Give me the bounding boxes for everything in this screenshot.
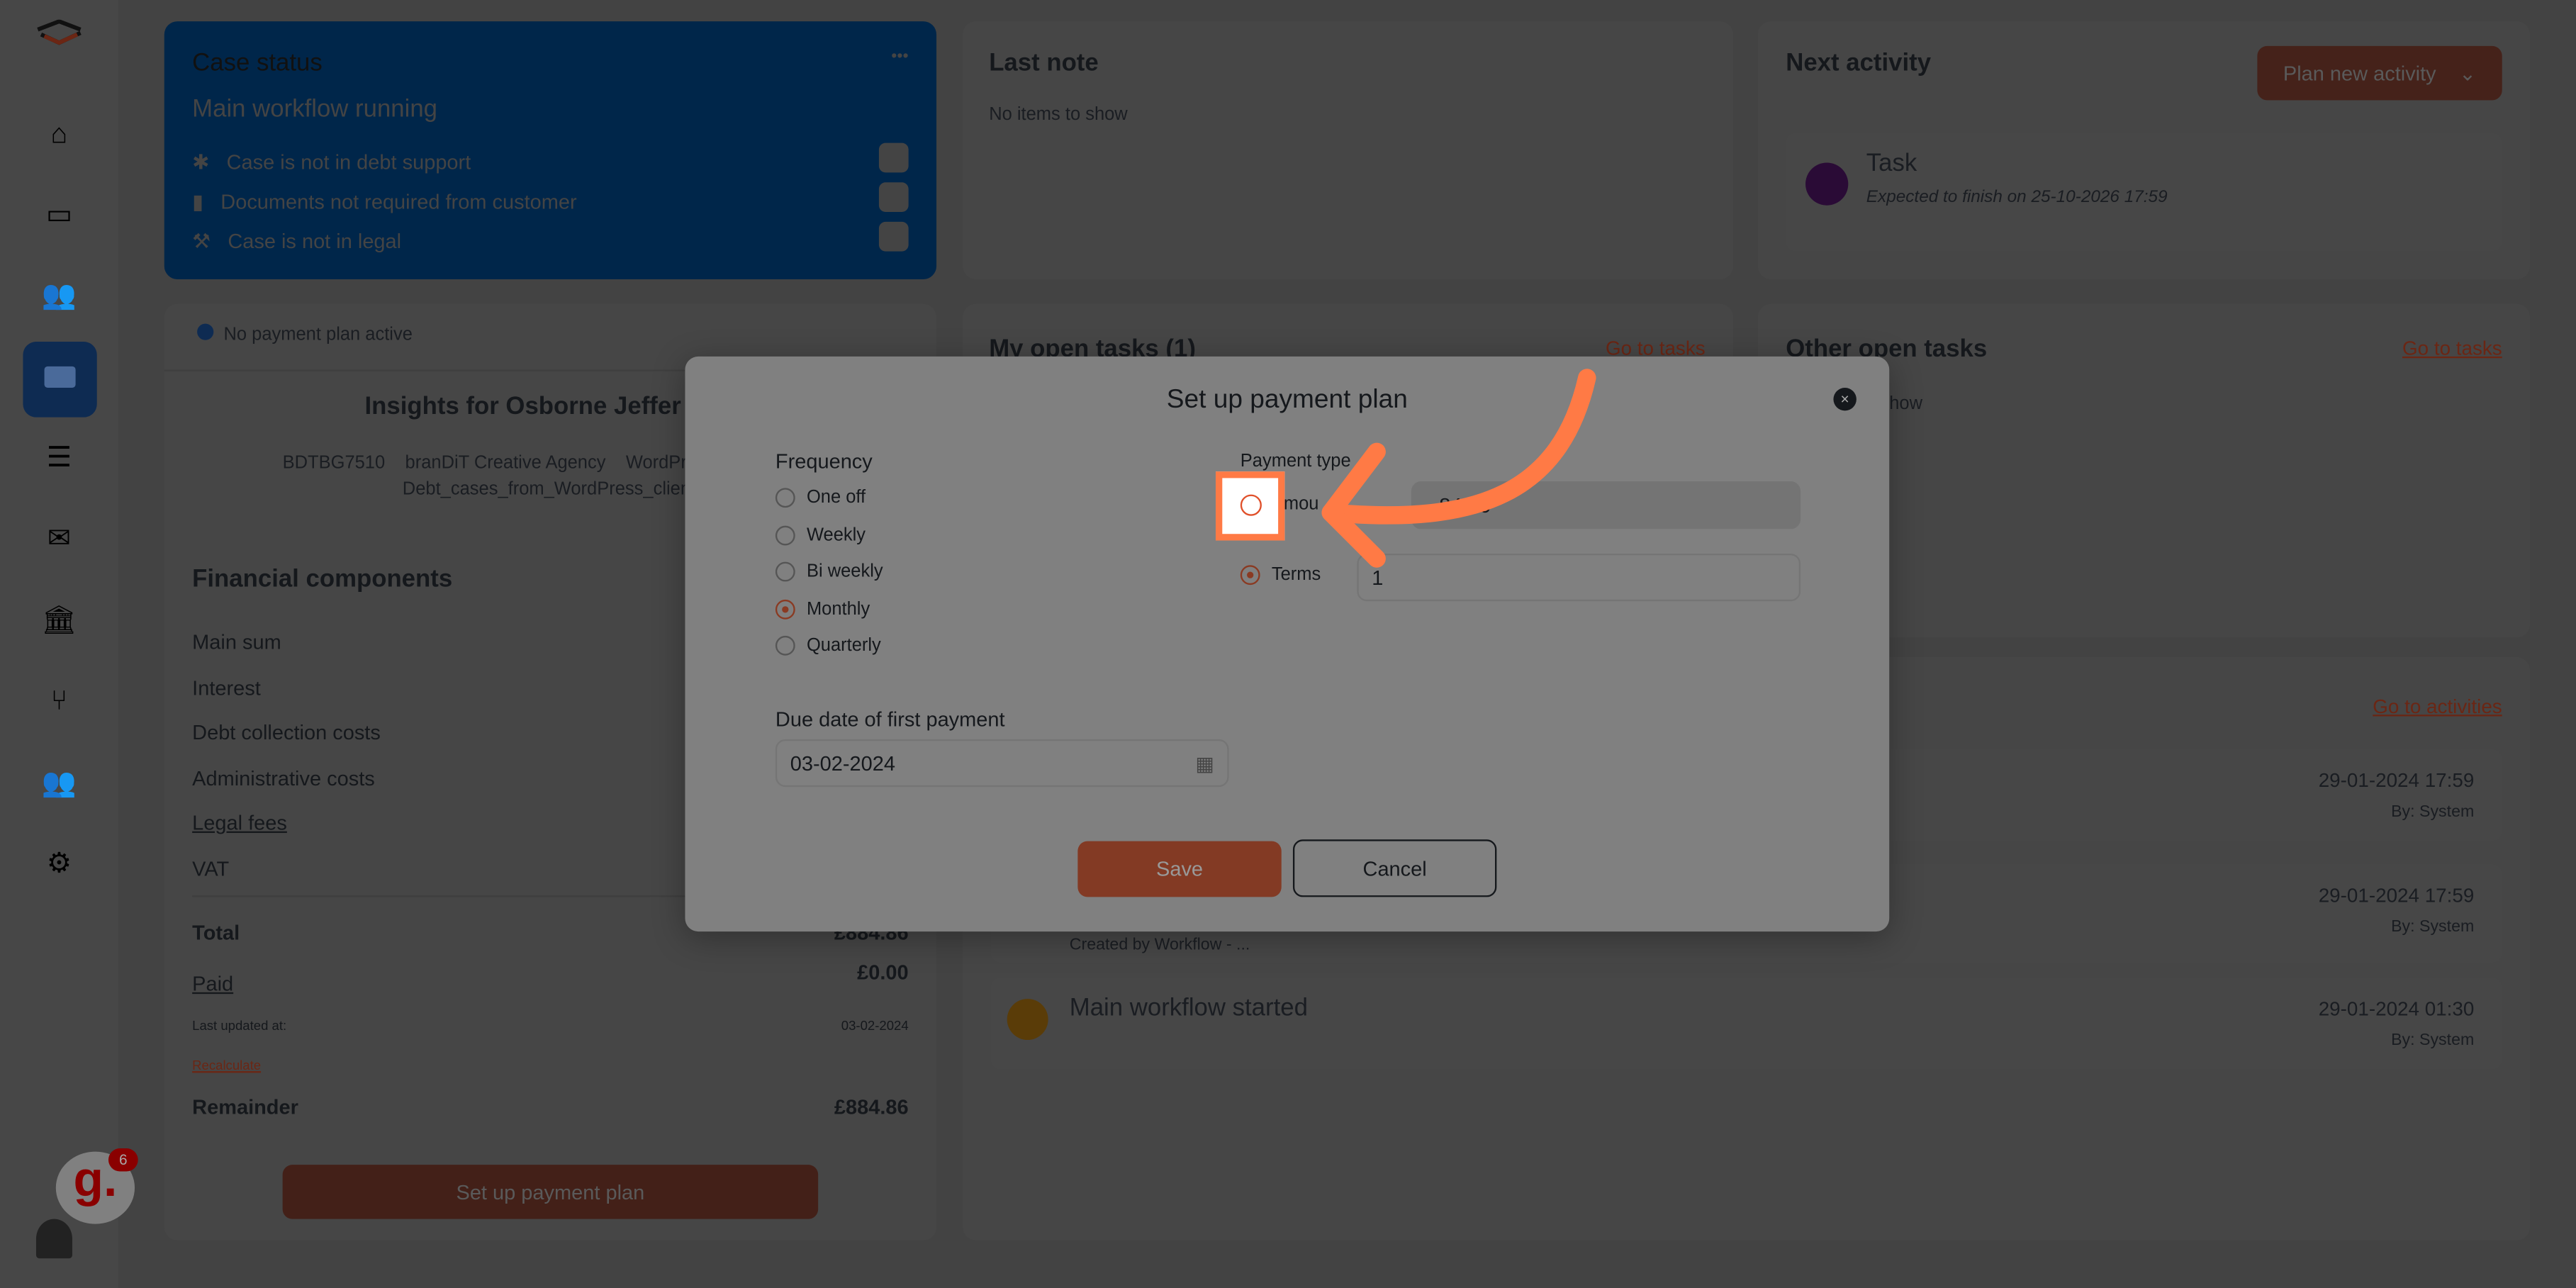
toggle[interactable]	[878, 221, 909, 252]
recalculate-row: Recalculate	[192, 1058, 908, 1073]
ticket-icon	[1805, 162, 1849, 206]
close-icon[interactable]: ×	[1833, 387, 1857, 411]
last-note-card: Last note No items to show	[963, 21, 1734, 279]
gavel-icon: ⚒	[192, 230, 211, 253]
activity-title: Created by Workflow - ...	[1069, 936, 1250, 955]
financial-title: Financial components	[192, 565, 453, 593]
mail-icon[interactable]: ✉	[36, 521, 82, 557]
database-icon[interactable]: ☰	[36, 440, 82, 476]
frequency-label: Frequency	[775, 450, 873, 474]
no-plan-notice: No payment plan active	[197, 323, 413, 345]
workflow-icon[interactable]: ⑂	[36, 683, 82, 719]
insights-title: Insights for Osborne Jeffer	[364, 392, 681, 421]
case-status-title: Case status	[192, 49, 323, 77]
user-settings-icon[interactable]: 👥	[36, 766, 82, 802]
activity-item[interactable]: Task Expected to finish on 25-10-2026 17…	[1786, 133, 2502, 252]
frequency-weekly[interactable]: Weekly	[775, 525, 866, 546]
sidebar: ⌂ ▭ 👥 ☰ ✉ 🏛 ⑂ 👥 ⚙ g. 6	[0, 0, 138, 1288]
workflow-status: Main workflow running	[192, 95, 438, 123]
case-status-card: Case status ••• Main workflow running ✱ …	[164, 21, 937, 279]
frequency-monthly[interactable]: Monthly	[775, 599, 870, 620]
info-icon	[197, 323, 214, 340]
payment-type-terms[interactable]: Terms	[1240, 565, 1321, 586]
frequency-quarterly[interactable]: Quarterly	[775, 635, 881, 656]
updated-row: Last updated at: 03-02-2024	[192, 1018, 909, 1034]
next-activity-title: Next activity	[1786, 49, 1932, 77]
next-activity-card: Next activity Plan new activity ⌄ Task E…	[1757, 21, 2531, 279]
plan-new-activity-button[interactable]: Plan new activity ⌄	[2257, 45, 2502, 101]
due-date-input[interactable]: 03-02-2024 ▦	[775, 739, 1229, 788]
go-to-tasks-link[interactable]: Go to tasks	[2402, 337, 2502, 359]
last-note-title: Last note	[989, 49, 1099, 77]
cancel-button[interactable]: Cancel	[1292, 839, 1497, 897]
toggle[interactable]	[878, 142, 909, 173]
paid-row: Paid £0.00	[192, 961, 909, 996]
setup-payment-plan-button[interactable]: Set up payment plan	[282, 1165, 819, 1219]
gear-icon[interactable]: ⚙	[36, 846, 82, 883]
sidebar-item-cases[interactable]	[23, 342, 97, 418]
home-icon[interactable]: ⌂	[36, 117, 82, 153]
chevron-down-icon: ⌄	[2458, 62, 2477, 86]
modal-title: Set up payment plan	[1166, 386, 1408, 415]
avatar[interactable]	[35, 1219, 72, 1259]
empty-text: how	[1889, 394, 1923, 415]
payment-type-amount-radio[interactable]	[1216, 471, 1285, 541]
users-icon[interactable]: 👥	[36, 278, 82, 314]
task-title: Task	[1866, 149, 1917, 178]
status-item: ✱ Case is not in debt support	[192, 142, 909, 174]
radio-amount[interactable]	[1240, 494, 1262, 516]
file-icon: ▮	[192, 190, 204, 214]
bank-icon[interactable]: 🏛	[36, 603, 82, 639]
toggle[interactable]	[878, 182, 909, 212]
amount-input[interactable]: 84,86	[1411, 481, 1801, 530]
case-meta: BDTBG7510 branDiT Creative Agency WordPr…	[282, 453, 697, 474]
id-card-icon	[44, 366, 76, 388]
payment-plan-modal: Set up payment plan × Frequency One off …	[685, 356, 1890, 932]
status-item: ▮ Documents not required from customer	[192, 182, 909, 214]
asterisk-icon: ✱	[192, 151, 210, 174]
go-to-activities-link[interactable]: Go to activities	[2373, 695, 2502, 717]
case-meta-2: Debt_cases_from_WordPress_clien	[402, 479, 691, 500]
due-date-label: Due date of first payment	[775, 707, 1005, 732]
frequency-bi-weekly[interactable]: Bi weekly	[775, 561, 883, 582]
payment-type-label: Payment type	[1240, 452, 1351, 472]
notification-badge: 6	[108, 1148, 138, 1172]
calendar-icon[interactable]: ▦	[1195, 751, 1214, 774]
workflow-icon	[1007, 999, 1048, 1041]
task-subtitle: Expected to finish on 25-10-2026 17:59	[1866, 187, 2168, 208]
save-button[interactable]: Save	[1077, 841, 1282, 897]
recalculate-link[interactable]: Recalculate	[192, 1058, 261, 1073]
activity-item[interactable]: Main workflow started 29-01-2024 01:30 B…	[990, 977, 2502, 1070]
more-icon[interactable]: •••	[891, 47, 908, 65]
empty-text: No items to show	[989, 105, 1128, 125]
terms-input[interactable]: 1	[1357, 554, 1801, 602]
remainder-row: Remainder £884.86	[192, 1095, 909, 1119]
ticket-icon[interactable]: ▭	[36, 197, 82, 233]
frequency-one-off[interactable]: One off	[775, 488, 866, 508]
status-item: ⚒ Case is not in legal	[192, 221, 909, 253]
logo-icon	[37, 19, 82, 45]
